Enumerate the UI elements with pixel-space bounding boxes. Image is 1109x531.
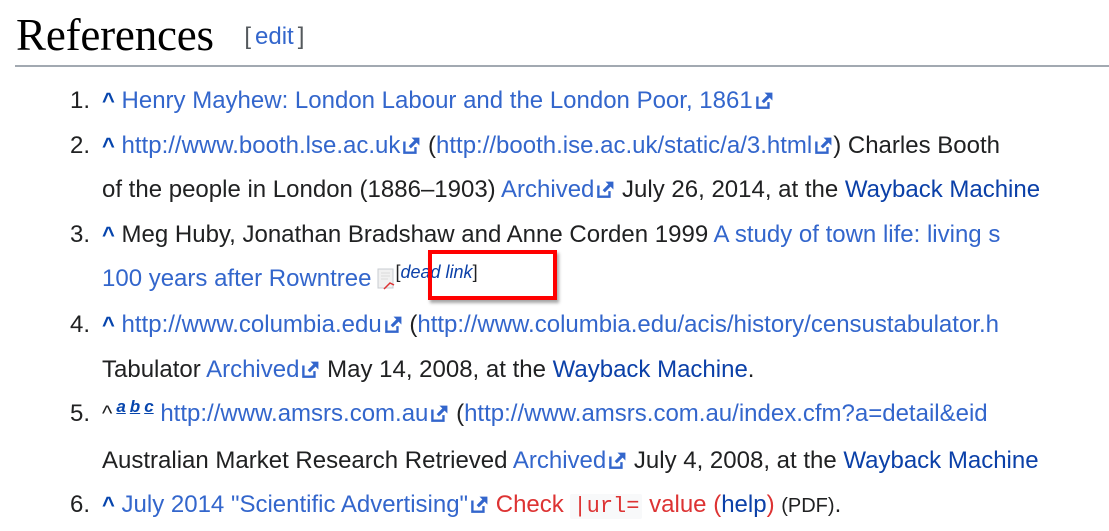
reference-item-5: 5. ^ a b c http://www.amsrs.com.au (http://… [0,392,1109,483]
wayback-machine-link[interactable]: Wayback Machine [843,447,1038,474]
dead-link[interactable]: dead link [401,262,473,282]
reference-url-link[interactable]: http://www.columbia.edu/acis/history/cen… [417,311,999,338]
reference-link[interactable]: Henry Mayhew: London Labour and the Lond… [122,87,753,114]
backlink-caret[interactable]: ^ [102,222,115,247]
backlink-c[interactable]: c [144,397,153,416]
reference-link[interactable]: July 2014 "Scientific Advertising" [122,491,469,518]
reference-item-1: 1. ^ Henry Mayhew: London Labour and the… [0,79,1109,124]
reference-number: 5. [69,400,90,428]
help-link[interactable]: help [721,491,766,518]
reference-number: 1. [69,87,90,114]
external-link-icon [384,315,403,334]
reference-number: 6. [69,491,90,519]
reference-link[interactable]: http://www.amsrs.com.au [160,400,428,427]
reference-item-4: 4. ^ http://www.columbia.edu (http://www… [0,303,1109,392]
reference-item-2: 2. ^ http://www.booth.lse.ac.uk (http://… [0,124,1109,213]
external-link-icon [755,91,774,110]
reference-link[interactable]: http://www.columbia.edu [122,311,382,338]
reference-link-continued[interactable]: 100 years after Rowntree [102,265,371,292]
references-list: 1. ^ Henry Mayhew: London Labour and the… [0,79,1109,530]
backlink-caret[interactable]: ^ [102,133,115,158]
reference-link[interactable]: http://www.booth.lse.ac.uk [122,132,401,159]
edit-section: [edit] [244,23,305,50]
backlink-caret: ^ [102,401,113,427]
dead-link-tag: [dead link] [395,262,478,283]
backlink-caret[interactable]: ^ [102,88,115,113]
url-param-code: |url= [570,494,643,520]
reference-item-3: 3. ^ Meg Huby, Jonathan Bradshaw and Ann… [0,213,1109,303]
wayback-machine-link[interactable]: Wayback Machine [553,356,748,383]
backlink-b[interactable]: b [130,397,140,416]
external-link-icon [430,404,449,423]
reference-link[interactable]: A study of town life: living s [714,221,1001,248]
backlink-a[interactable]: a [116,397,125,416]
external-link-icon [301,360,320,379]
broken-file-icon [377,268,395,290]
archived-link[interactable]: Archived [206,356,299,383]
section-heading: References [edit] [16,9,304,61]
reference-item-6: 6. ^ July 2014 "Scientific Advertising" … [0,483,1109,530]
archived-link[interactable]: Archived [501,176,594,203]
reference-number: 3. [69,220,90,248]
backlink-caret[interactable]: ^ [102,492,115,517]
citation-error: Check |url= value (help) [495,491,775,520]
external-link-icon [596,180,615,199]
wayback-machine-link[interactable]: Wayback Machine [845,176,1040,203]
reference-number: 2. [69,131,90,159]
backlink-caret[interactable]: ^ [102,312,115,337]
format-label: (PDF) [781,495,835,518]
external-link-icon [814,136,833,155]
reference-url-link[interactable]: http://www.amsrs.com.au/index.cfm?a=deta… [464,400,988,427]
section-title: References [16,10,214,60]
edit-link[interactable]: edit [255,23,294,50]
reference-number: 4. [69,310,90,338]
external-link-icon [402,136,421,155]
reference-url-link[interactable]: http://booth.ise.ac.uk/static/a/3.html [436,132,812,159]
heading-divider [15,65,1109,67]
external-link-icon [470,495,489,514]
external-link-icon [608,451,627,470]
archived-link[interactable]: Archived [513,447,606,474]
